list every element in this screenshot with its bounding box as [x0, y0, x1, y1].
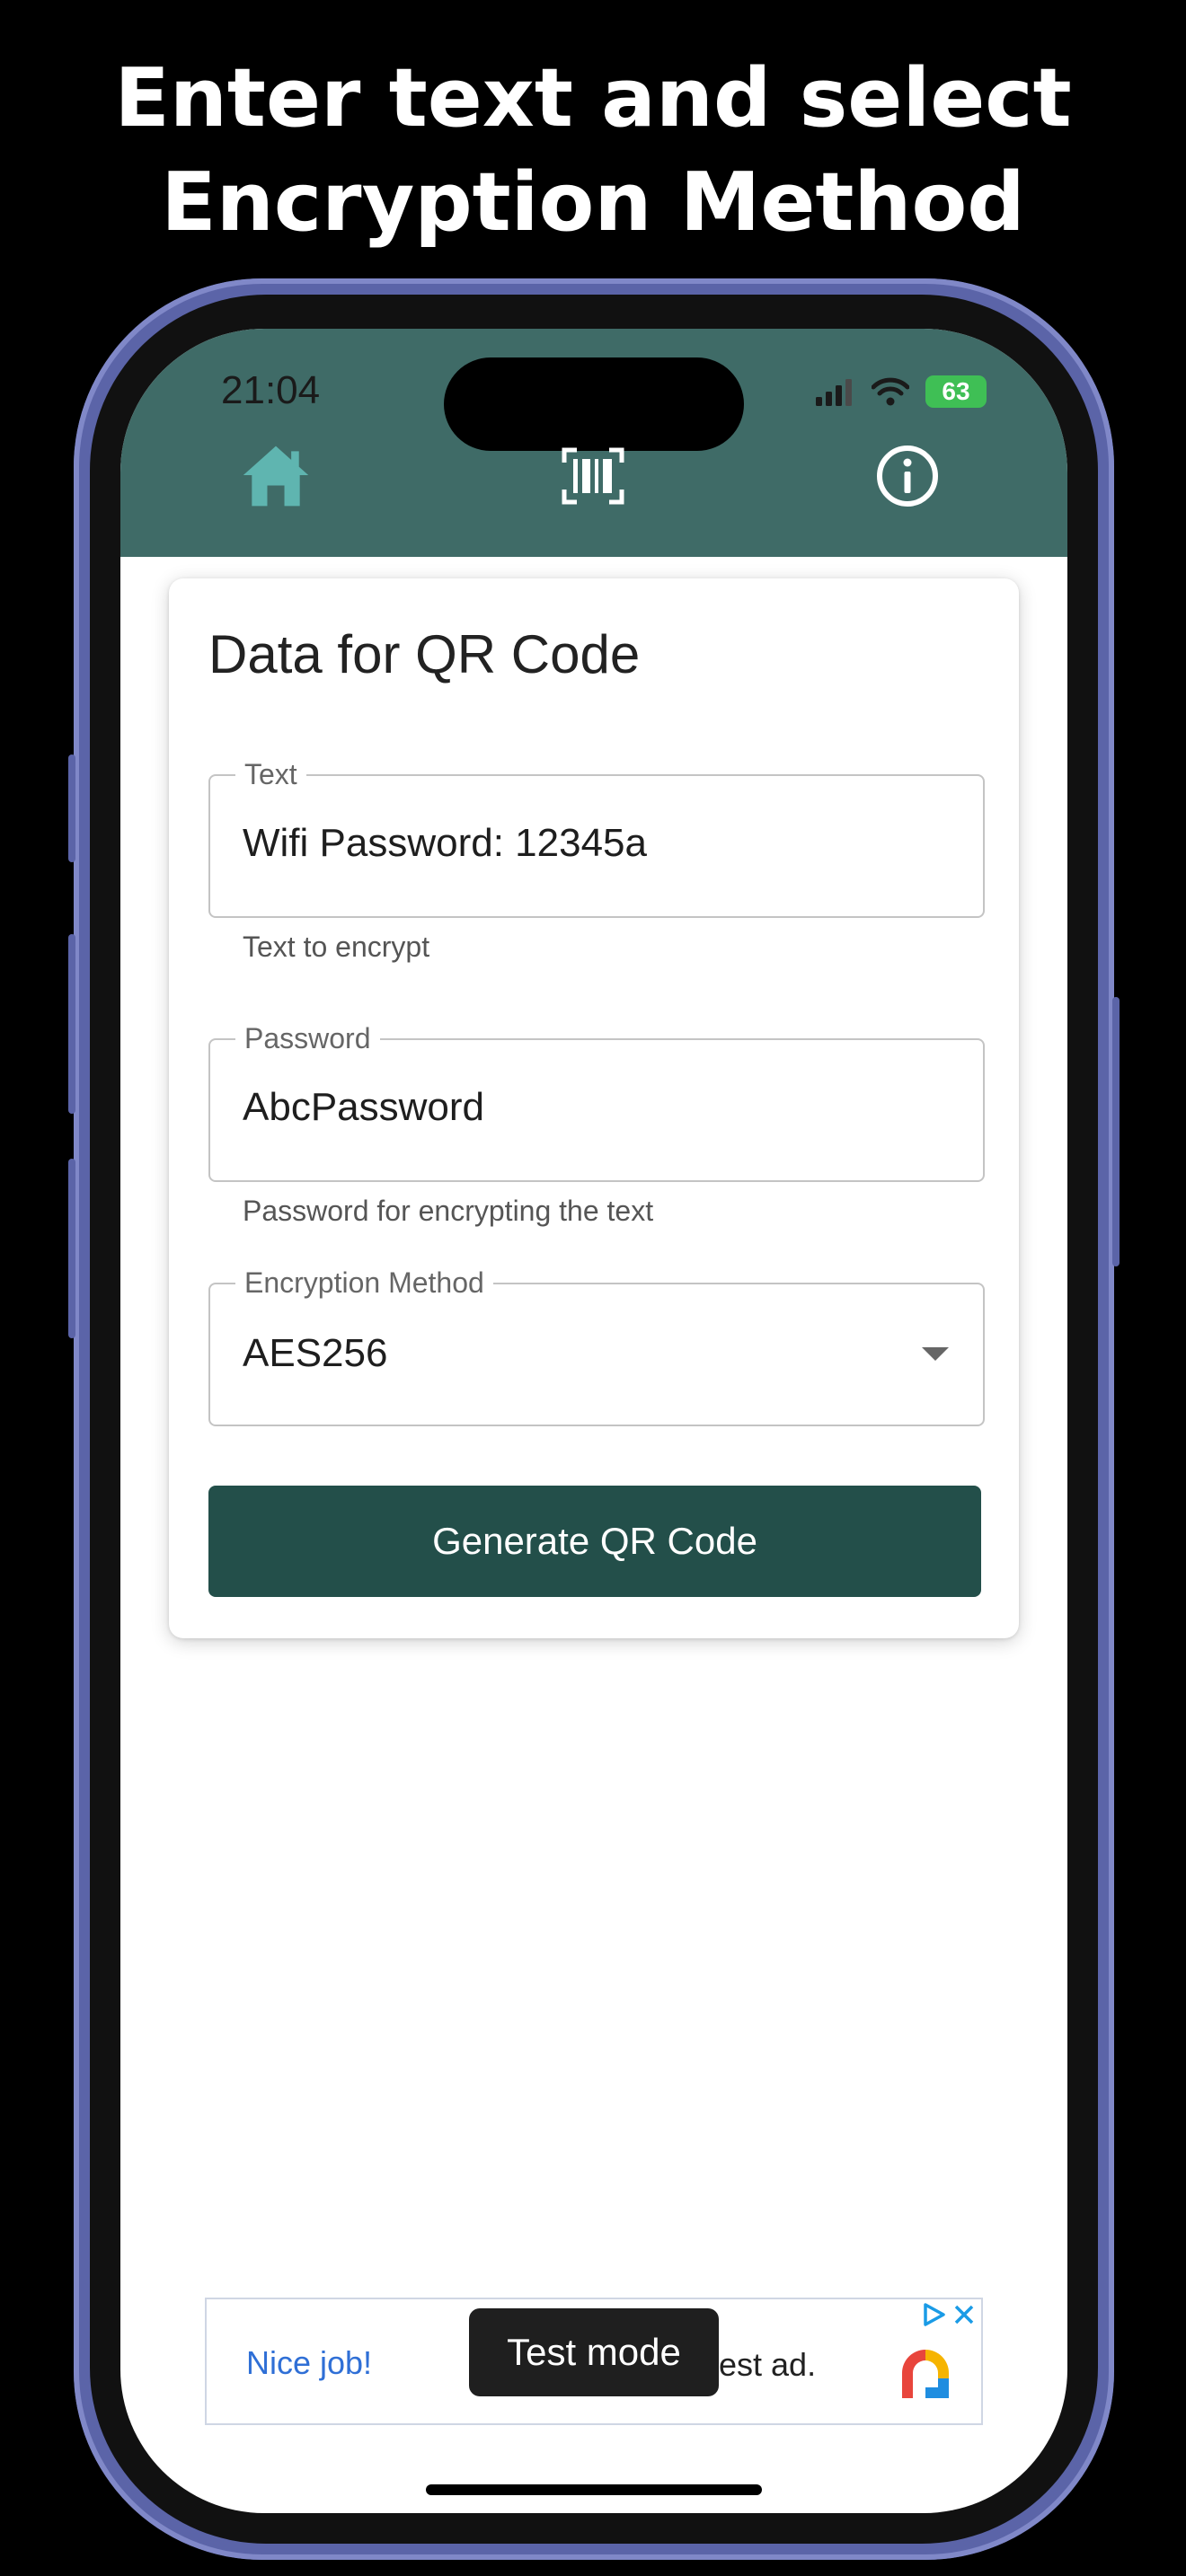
card-title: Data for QR Code	[208, 624, 641, 684]
barcode-scan-icon[interactable]	[557, 440, 629, 512]
ad-close-icon[interactable]	[952, 2303, 976, 2326]
ad-choices-icon[interactable]	[920, 2301, 947, 2328]
qr-data-card: Data for QR Code Text Wifi Password: 123…	[169, 578, 1019, 1638]
side-button-volume-down	[68, 1159, 75, 1338]
password-field-helper: Password for encrypting the text	[243, 1195, 654, 1227]
encryption-method-value[interactable]: AES256	[243, 1331, 387, 1376]
ad-right-text: est ad.	[719, 2346, 817, 2383]
status-icons: 63	[816, 375, 987, 408]
headline-line-1: Enter text and select	[114, 51, 1072, 146]
side-button-volume-up	[68, 934, 75, 1114]
side-button-action	[68, 754, 75, 862]
signal-icon	[816, 379, 852, 406]
home-indicator[interactable]	[426, 2484, 762, 2495]
test-mode-toast: Test mode	[469, 2308, 719, 2396]
encryption-method-select[interactable]: Encryption Method AES256	[208, 1266, 985, 1426]
dynamic-island	[444, 357, 744, 451]
ad-left-text: Nice job!	[246, 2344, 373, 2381]
info-icon[interactable]	[872, 440, 943, 512]
text-field-label: Text	[235, 758, 306, 791]
status-time: 21:04	[221, 368, 321, 412]
battery-icon: 63	[925, 375, 987, 408]
side-button-power	[1112, 997, 1120, 1266]
app-screen: 21:04 63 Data for QR Code Text Wifi Pass…	[120, 329, 1067, 2513]
encryption-method-label: Encryption Method	[235, 1266, 493, 1300]
text-field-helper: Text to encrypt	[243, 931, 430, 963]
generate-qr-button[interactable]: Generate QR Code	[208, 1486, 981, 1597]
ad-logo-icon	[902, 2350, 949, 2398]
wifi-icon	[872, 377, 909, 406]
app-header: 21:04 63	[120, 329, 1067, 557]
chevron-down-icon[interactable]	[922, 1347, 949, 1361]
password-field[interactable]: Password AbcPassword	[208, 1022, 985, 1182]
headline-line-2: Encryption Method	[161, 155, 1025, 250]
promo-headline: Enter text and select Encryption Method	[0, 47, 1186, 255]
text-field-value[interactable]: Wifi Password: 12345a	[243, 821, 647, 866]
ad-choices[interactable]	[920, 2301, 976, 2328]
home-icon[interactable]	[240, 440, 312, 512]
password-field-value[interactable]: AbcPassword	[243, 1085, 484, 1130]
text-field[interactable]: Text Wifi Password: 12345a	[208, 758, 985, 918]
password-field-label: Password	[235, 1022, 380, 1055]
